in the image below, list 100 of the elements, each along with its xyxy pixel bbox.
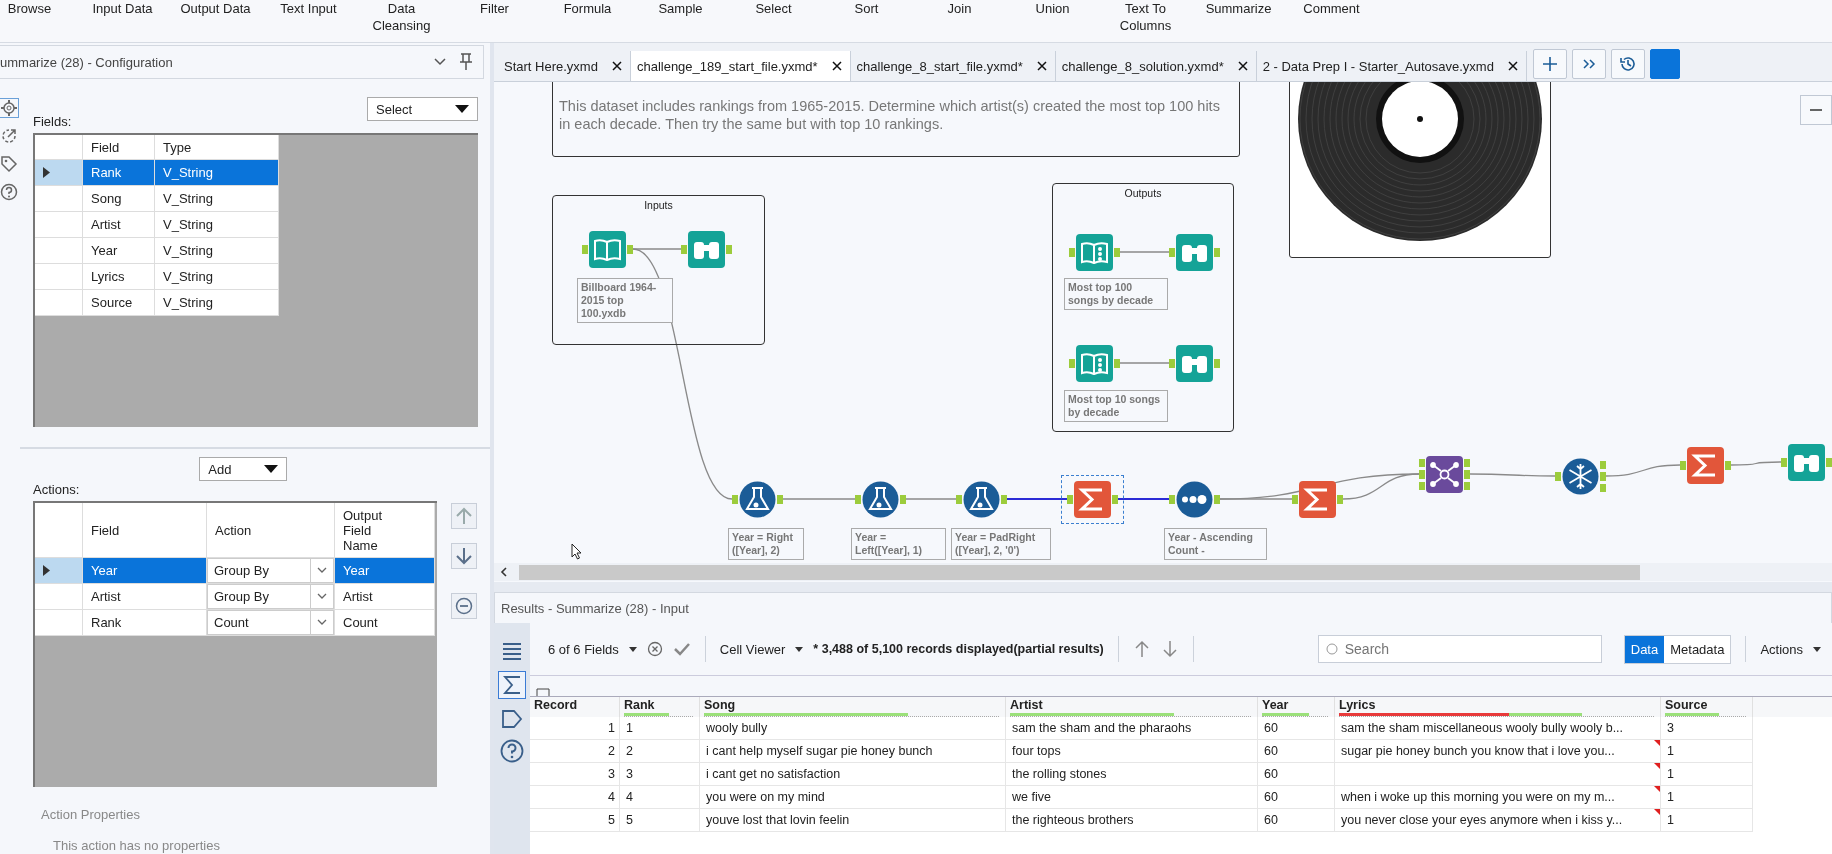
chevron-left-icon[interactable] bbox=[500, 567, 508, 577]
table-cell: 5 bbox=[530, 809, 620, 832]
binoculars-tool-icon[interactable] bbox=[1781, 444, 1832, 481]
flask-tool-icon[interactable] bbox=[855, 481, 906, 518]
clear-icon[interactable] bbox=[646, 641, 663, 657]
close-icon[interactable] bbox=[611, 61, 622, 71]
column-header[interactable]: Year bbox=[1258, 697, 1335, 717]
binoculars-tool-icon[interactable] bbox=[1169, 345, 1220, 382]
tool-palette-label[interactable]: Formula bbox=[541, 0, 634, 17]
binoculars-tool-icon[interactable] bbox=[681, 231, 732, 268]
connector-line bbox=[1119, 362, 1170, 364]
remove-button[interactable] bbox=[451, 593, 477, 619]
action-row[interactable]: Rank Count Count bbox=[35, 610, 435, 636]
tool-palette-label[interactable]: Filter bbox=[448, 0, 541, 17]
tool-palette-label[interactable]: Sample bbox=[634, 0, 727, 17]
list-icon[interactable] bbox=[501, 641, 523, 661]
tool-palette-label[interactable]: Join bbox=[913, 0, 1006, 17]
history-button[interactable] bbox=[1610, 49, 1645, 79]
tool-palette-label[interactable]: Input Data bbox=[76, 0, 169, 17]
tool-palette-label[interactable]: Union bbox=[1006, 0, 1099, 17]
sigma-tool-icon[interactable] bbox=[1292, 481, 1343, 518]
tool-palette-label[interactable]: Data Cleansing bbox=[355, 0, 448, 34]
network-tool-icon[interactable] bbox=[1419, 456, 1470, 493]
close-icon[interactable] bbox=[1507, 61, 1518, 71]
field-row[interactable]: Lyrics V_String bbox=[35, 264, 279, 290]
tool-palette-label[interactable]: Comment bbox=[1285, 0, 1378, 17]
dots-tool-icon[interactable] bbox=[1169, 481, 1220, 518]
plus-icon bbox=[1541, 56, 1558, 72]
move-down-button[interactable] bbox=[451, 543, 477, 569]
caret-icon bbox=[795, 646, 804, 652]
help-icon[interactable] bbox=[0, 183, 18, 201]
flask-tool-icon[interactable] bbox=[956, 481, 1007, 518]
table-cell: Count bbox=[335, 610, 435, 636]
scrollbar-thumb[interactable] bbox=[519, 564, 1640, 580]
book-tool-icon[interactable] bbox=[1069, 345, 1120, 382]
column-header[interactable]: Source bbox=[1661, 697, 1753, 717]
view-tab[interactable]: Data bbox=[1624, 635, 1665, 663]
action-combo[interactable]: Count bbox=[207, 610, 335, 636]
tool-palette-label[interactable]: Select bbox=[727, 0, 820, 17]
fields-label: Fields: bbox=[33, 114, 72, 131]
field-row[interactable]: Year V_String bbox=[35, 238, 279, 264]
column-header[interactable]: Rank bbox=[620, 697, 700, 717]
column-header[interactable]: Record bbox=[530, 697, 620, 717]
close-icon[interactable] bbox=[1237, 61, 1248, 71]
fields-dropdown[interactable]: 6 of 6 Fields bbox=[548, 641, 637, 657]
tag-icon[interactable] bbox=[501, 709, 523, 729]
field-row[interactable]: Song V_String bbox=[35, 186, 279, 212]
tool-palette-label[interactable]: Text Input bbox=[262, 0, 355, 17]
new-tab-button[interactable] bbox=[1532, 49, 1567, 79]
snowflake-tool-icon[interactable] bbox=[1555, 458, 1606, 495]
gear-icon[interactable] bbox=[0, 99, 18, 117]
tool-palette-label[interactable]: Sort bbox=[820, 0, 913, 17]
add-dropdown[interactable]: Add bbox=[199, 457, 288, 481]
book-tool-icon[interactable] bbox=[1069, 234, 1120, 271]
sigma-tool-icon[interactable] bbox=[1680, 447, 1731, 484]
field-row[interactable]: Artist V_String bbox=[35, 212, 279, 238]
view-tab[interactable]: Metadata bbox=[1664, 635, 1731, 663]
arrow-down-icon[interactable] bbox=[1160, 640, 1179, 658]
action-row[interactable]: Year Group By Year bbox=[35, 558, 435, 584]
zoom-out-button[interactable] bbox=[1800, 95, 1832, 125]
action-combo[interactable]: Group By bbox=[207, 558, 335, 584]
caret-icon bbox=[455, 105, 469, 113]
check-icon[interactable] bbox=[672, 641, 691, 657]
search-field[interactable]: Search bbox=[1317, 635, 1602, 663]
tool-palette-label[interactable]: Browse bbox=[0, 0, 76, 17]
sigma-button[interactable] bbox=[498, 671, 526, 699]
flask-tool-icon[interactable] bbox=[732, 481, 783, 518]
book-tool-icon[interactable] bbox=[582, 231, 633, 268]
action-row[interactable]: Artist Group By Artist bbox=[35, 584, 435, 610]
connector-line bbox=[1730, 461, 1782, 466]
tool-annotation: Year - Ascending Count - bbox=[1164, 528, 1267, 560]
field-row[interactable]: Source V_String bbox=[35, 290, 279, 316]
help-icon[interactable] bbox=[500, 739, 524, 763]
tag-icon[interactable] bbox=[0, 155, 18, 173]
tool-palette-label[interactable]: Output Data bbox=[169, 0, 262, 17]
tool-annotation: Most top 10 songs by decade bbox=[1064, 390, 1168, 422]
column-header[interactable]: Song bbox=[700, 697, 1006, 717]
tool-palette-label[interactable]: Summarize bbox=[1192, 0, 1285, 17]
more-tabs-button[interactable] bbox=[1571, 49, 1606, 79]
close-icon[interactable] bbox=[831, 61, 842, 71]
actions-dropdown[interactable]: Actions bbox=[1760, 641, 1822, 657]
tool-palette-label[interactable]: Text To Columns bbox=[1099, 0, 1192, 34]
field-row[interactable]: Rank V_String bbox=[35, 160, 279, 186]
chevron-down-icon[interactable] bbox=[433, 57, 447, 67]
binoculars-tool-icon[interactable] bbox=[1169, 234, 1220, 271]
action-combo[interactable]: Group By bbox=[207, 584, 335, 610]
select-dropdown[interactable]: Select bbox=[367, 97, 478, 121]
table-cell: four tops bbox=[1006, 740, 1258, 763]
column-header[interactable]: Lyrics bbox=[1335, 697, 1661, 717]
pin-icon[interactable] bbox=[459, 53, 473, 71]
close-icon[interactable] bbox=[1036, 61, 1047, 71]
column-header[interactable]: Artist bbox=[1006, 697, 1258, 717]
file-tab[interactable]: challenge_189_start_file.yxmd* bbox=[630, 51, 851, 81]
export-icon[interactable] bbox=[0, 127, 18, 145]
table-cell: the righteous brothers bbox=[1006, 809, 1258, 832]
table-cell: 1 bbox=[1661, 763, 1753, 786]
filter-checkbox-icon[interactable] bbox=[536, 688, 550, 696]
horizontal-scrollbar[interactable] bbox=[494, 563, 1832, 581]
cell-viewer-dropdown[interactable]: Cell Viewer bbox=[719, 641, 804, 657]
sigma-tool-icon[interactable] bbox=[1061, 475, 1124, 524]
